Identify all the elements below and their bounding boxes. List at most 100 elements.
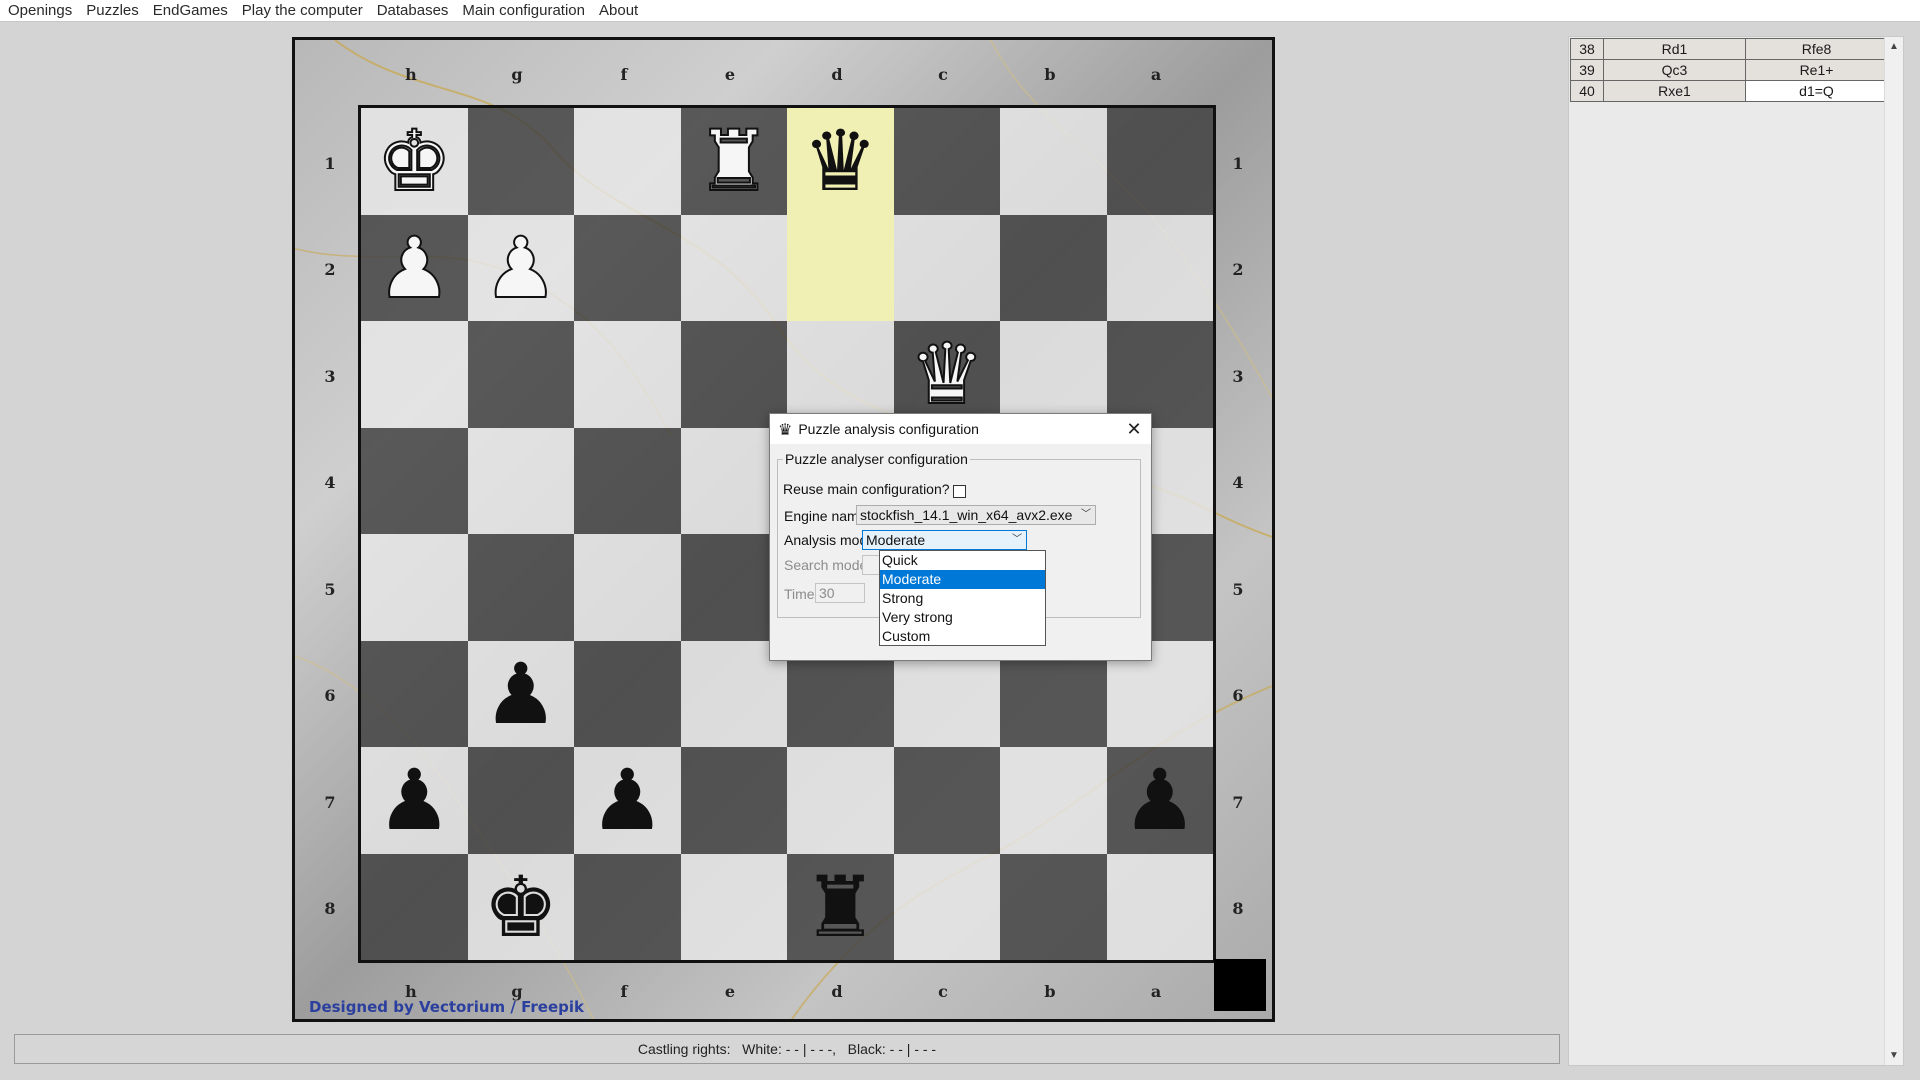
dialog-titlebar[interactable]: ♛ Puzzle analysis configuration ✕: [770, 414, 1151, 444]
black-pawn-icon[interactable]: ♟: [483, 652, 558, 736]
white-move[interactable]: Rxe1: [1603, 80, 1746, 102]
square-e1[interactable]: ♜: [680, 108, 787, 215]
engine-name-select[interactable]: stockfish_14.1_win_x64_avx2.exe ﹀: [856, 505, 1096, 525]
black-king-icon[interactable]: ♚: [483, 865, 558, 949]
square-g5[interactable]: [467, 534, 574, 641]
square-c1[interactable]: [893, 108, 1000, 215]
menu-about[interactable]: About: [592, 0, 645, 21]
square-g2[interactable]: ♟: [467, 214, 574, 321]
square-c7[interactable]: [893, 747, 1000, 854]
square-h2[interactable]: ♟: [361, 214, 468, 321]
menu-play-computer[interactable]: Play the computer: [235, 0, 370, 21]
scroll-down-icon[interactable]: ▼: [1889, 1050, 1899, 1061]
square-e3[interactable]: [680, 321, 787, 428]
menu-main-configuration[interactable]: Main configuration: [455, 0, 592, 21]
moves-scrollbar[interactable]: ▲ ▼: [1884, 37, 1903, 1065]
square-f7[interactable]: ♟: [574, 747, 681, 854]
square-h4[interactable]: [361, 427, 468, 534]
file-label-top: a: [1150, 65, 1162, 84]
square-f2[interactable]: [574, 214, 681, 321]
white-pawn-icon[interactable]: ♟: [482, 225, 559, 311]
square-f5[interactable]: [574, 534, 681, 641]
square-b8[interactable]: [1000, 853, 1107, 960]
file-label-top: e: [724, 65, 736, 84]
square-g7[interactable]: [467, 747, 574, 854]
square-b1[interactable]: [1000, 108, 1107, 215]
close-icon[interactable]: ✕: [1123, 418, 1145, 440]
square-d7[interactable]: [787, 747, 894, 854]
square-a8[interactable]: [1106, 853, 1213, 960]
square-f1[interactable]: [574, 108, 681, 215]
square-b3[interactable]: [1000, 321, 1107, 428]
white-pawn-icon[interactable]: ♟: [376, 225, 453, 311]
square-c2[interactable]: [893, 214, 1000, 321]
square-h7[interactable]: ♟: [361, 747, 468, 854]
dialog-title: Puzzle analysis configuration: [798, 421, 979, 437]
square-e8[interactable]: [680, 853, 787, 960]
square-h6[interactable]: [361, 640, 468, 747]
square-d3[interactable]: [787, 321, 894, 428]
rank-label-left: 4: [324, 473, 336, 492]
option-custom[interactable]: Custom: [880, 627, 1045, 646]
square-c8[interactable]: [893, 853, 1000, 960]
square-f6[interactable]: [574, 640, 681, 747]
square-g3[interactable]: [467, 321, 574, 428]
square-e2[interactable]: [680, 214, 787, 321]
group-label: Puzzle analyser configuration: [783, 451, 970, 467]
table-row: 38 Rd1 Rfe8: [1570, 38, 1888, 60]
scroll-up-icon[interactable]: ▲: [1889, 41, 1899, 52]
white-king-icon[interactable]: ♚: [376, 118, 453, 204]
black-move[interactable]: Rfe8: [1745, 38, 1888, 60]
move-number: 39: [1570, 59, 1604, 81]
square-a7[interactable]: ♟: [1106, 747, 1213, 854]
option-strong[interactable]: Strong: [880, 589, 1045, 608]
menu-puzzles[interactable]: Puzzles: [79, 0, 146, 21]
square-h1[interactable]: ♚: [361, 108, 468, 215]
white-move[interactable]: Qc3: [1603, 59, 1746, 81]
option-very-strong[interactable]: Very strong: [880, 608, 1045, 627]
square-g1[interactable]: [467, 108, 574, 215]
rank-label-left: 7: [324, 793, 336, 812]
square-g6[interactable]: ♟: [467, 640, 574, 747]
square-g8[interactable]: ♚: [467, 853, 574, 960]
square-g4[interactable]: [467, 427, 574, 534]
square-b7[interactable]: [1000, 747, 1107, 854]
menu-openings[interactable]: Openings: [0, 0, 79, 21]
option-quick[interactable]: Quick: [880, 551, 1045, 570]
analysis-mode-select[interactable]: Moderate ﹀: [862, 530, 1027, 550]
square-f3[interactable]: [574, 321, 681, 428]
square-d8[interactable]: ♜: [787, 853, 894, 960]
square-a2[interactable]: [1106, 214, 1213, 321]
rank-label-right: 4: [1232, 473, 1244, 492]
black-pawn-icon[interactable]: ♟: [590, 758, 665, 842]
rank-label-left: 8: [324, 899, 336, 918]
square-d1[interactable]: ♛: [787, 108, 894, 215]
square-f4[interactable]: [574, 427, 681, 534]
square-h5[interactable]: [361, 534, 468, 641]
square-b2[interactable]: [1000, 214, 1107, 321]
square-f8[interactable]: [574, 853, 681, 960]
black-pawn-icon[interactable]: ♟: [377, 758, 452, 842]
white-move[interactable]: Rd1: [1603, 38, 1746, 60]
black-rook-icon[interactable]: ♜: [803, 865, 878, 949]
square-h8[interactable]: [361, 853, 468, 960]
square-a1[interactable]: [1106, 108, 1213, 215]
menu-databases[interactable]: Databases: [370, 0, 456, 21]
white-queen-icon[interactable]: ♛: [908, 331, 985, 417]
square-h3[interactable]: [361, 321, 468, 428]
queen-app-icon: ♛: [778, 419, 793, 439]
black-move-current[interactable]: d1=Q: [1745, 80, 1888, 102]
square-d2[interactable]: [787, 214, 894, 321]
square-a3[interactable]: [1106, 321, 1213, 428]
black-queen-icon[interactable]: ♛: [803, 119, 878, 203]
analysis-mode-value: Moderate: [866, 532, 926, 548]
menu-endgames[interactable]: EndGames: [146, 0, 235, 21]
square-c3[interactable]: ♛: [893, 321, 1000, 428]
white-rook-icon[interactable]: ♜: [695, 118, 772, 204]
black-move[interactable]: Re1+: [1745, 59, 1888, 81]
reuse-config-checkbox[interactable]: [953, 485, 966, 498]
option-moderate[interactable]: Moderate: [880, 570, 1045, 589]
square-e7[interactable]: [680, 747, 787, 854]
black-pawn-icon[interactable]: ♟: [1122, 758, 1197, 842]
move-number: 40: [1570, 80, 1604, 102]
